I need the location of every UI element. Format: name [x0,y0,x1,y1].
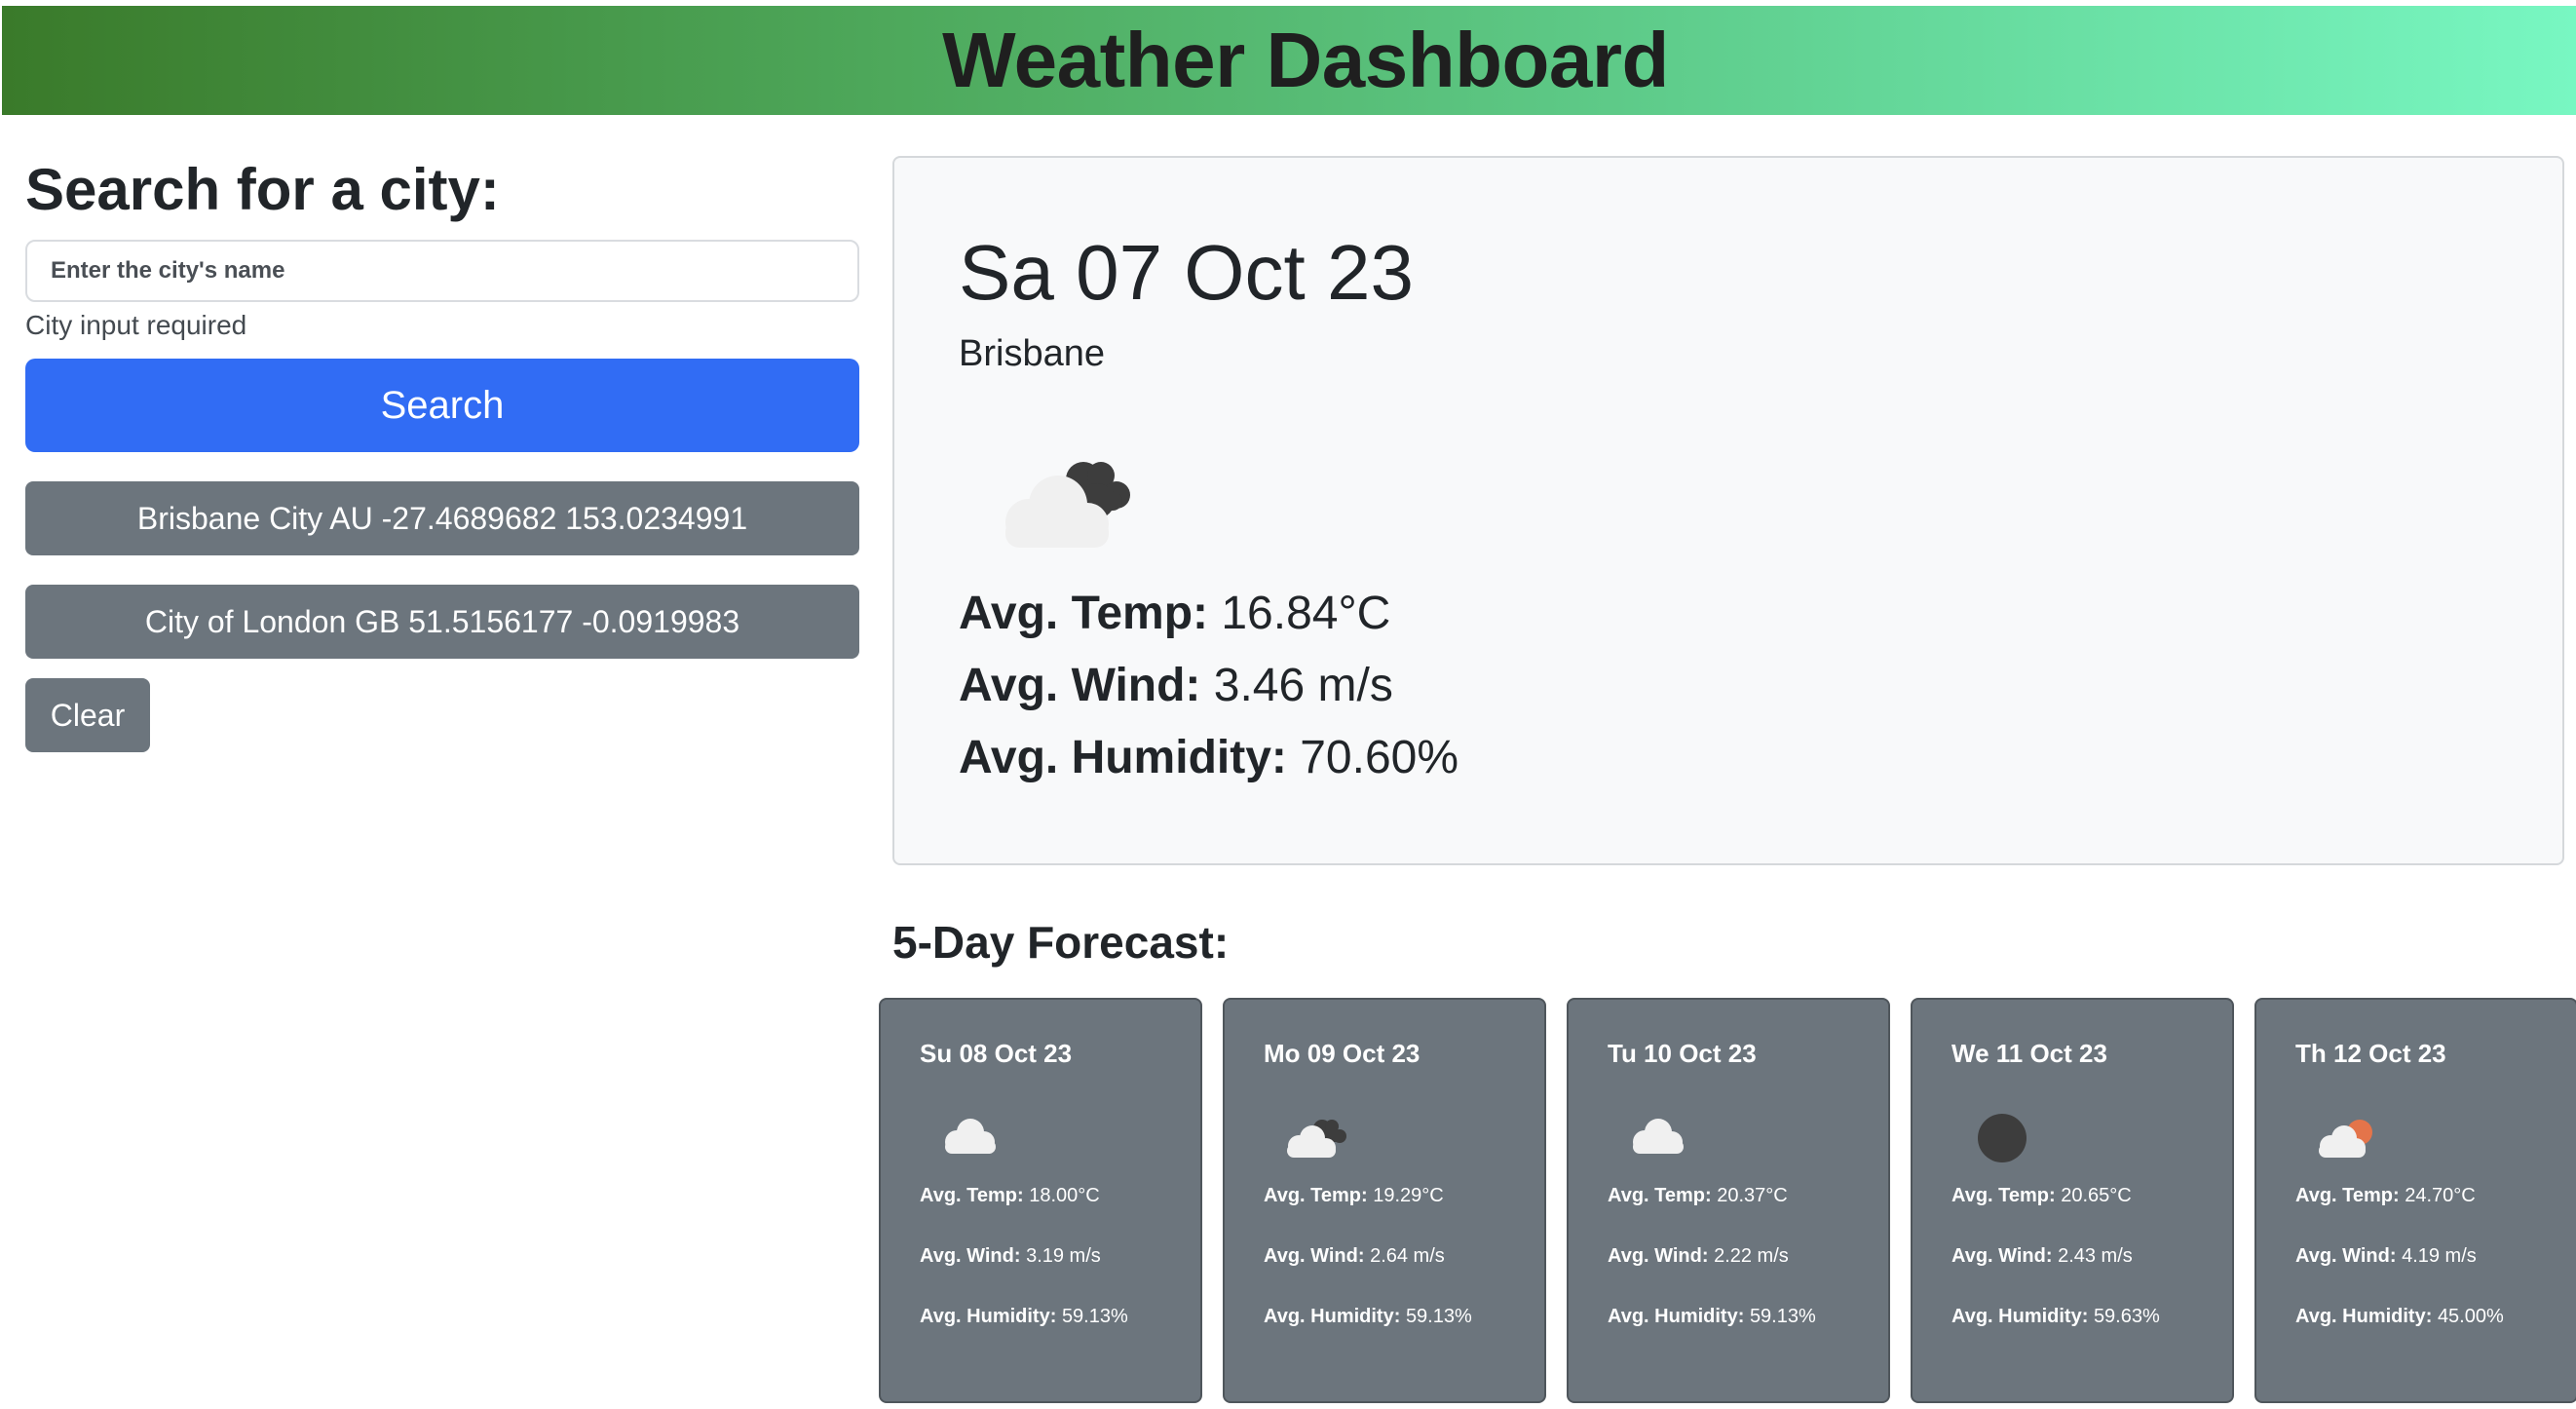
forecast-wind-label: Avg. Wind: [1264,1245,1365,1267]
search-heading: Search for a city: [25,157,500,222]
forecast-humidity-label: Avg. Humidity: [1264,1306,1401,1327]
forecast-wind-label: Avg. Wind: [920,1245,1021,1267]
page-header: Weather Dashboard [2,6,2576,115]
cloud-icon [1633,1119,1684,1154]
forecast-temp-label: Avg. Temp: [1608,1185,1712,1206]
forecast-wind-label: Avg. Wind: [1951,1245,2053,1267]
partly-cloudy-icon [2319,1120,2372,1158]
current-humidity: Avg. Humidity: 70.60% [959,731,1458,784]
forecast-humidity-value: 59.13% [1061,1306,1128,1327]
forecast-temp-label: Avg. Temp: [2295,1185,2400,1206]
forecast-temp-value: 18.00°C [1029,1185,1100,1206]
forecast-card: Su 08 Oct 23 Avg. Temp: 18.00°C Avg. Win… [879,998,1202,1403]
forecast-humidity: Avg. Humidity: 59.13% [920,1306,1128,1328]
forecast-humidity-label: Avg. Humidity: [920,1306,1057,1327]
forecast-humidity-value: 59.13% [1749,1306,1816,1327]
current-city: Brisbane [959,333,1105,374]
forecast-humidity-label: Avg. Humidity: [1608,1306,1745,1327]
forecast-wind-label: Avg. Wind: [1608,1245,1709,1267]
current-date: Sa 07 Oct 23 [959,229,1414,316]
current-temp: Avg. Temp: 16.84°C [959,587,1390,640]
forecast-humidity-value: 59.13% [1405,1306,1472,1327]
forecast-date: Th 12 Oct 23 [2295,1039,2446,1068]
forecast-temp-label: Avg. Temp: [1264,1185,1368,1206]
forecast-wind: Avg. Wind: 2.64 m/s [1264,1245,1445,1268]
forecast-wind-value: 3.19 m/s [1026,1245,1101,1267]
forecast-temp-label: Avg. Temp: [1951,1185,2056,1206]
forecast-wind-value: 2.22 m/s [1714,1245,1789,1267]
current-temp-label: Avg. Temp: [959,588,1209,639]
forecast-date: Su 08 Oct 23 [920,1039,1073,1068]
forecast-humidity-value: 59.63% [2093,1306,2160,1327]
city-search-input[interactable] [25,240,859,302]
forecast-heading: 5-Day Forecast: [892,917,1230,968]
dark-circle-icon [1978,1114,2027,1162]
forecast-card: We 11 Oct 23 Avg. Temp: 20.65°C Avg. Win… [1911,998,2234,1403]
forecast-wind-value: 4.19 m/s [2402,1245,2477,1267]
forecast-temp: Avg. Temp: 18.00°C [920,1185,1100,1207]
forecast-card: Mo 09 Oct 23 Avg. Temp: 19.29°C Avg. Win… [1223,998,1546,1403]
page-title: Weather Dashboard [942,17,1669,103]
forecast-wind-value: 2.64 m/s [1370,1245,1445,1267]
forecast-temp-value: 20.65°C [2061,1185,2132,1206]
forecast-humidity: Avg. Humidity: 59.13% [1264,1306,1472,1328]
forecast-temp: Avg. Temp: 20.37°C [1608,1185,1788,1207]
forecast-humidity: Avg. Humidity: 59.63% [1951,1306,2160,1328]
forecast-wind-label: Avg. Wind: [2295,1245,2397,1267]
forecast-card: Th 12 Oct 23 Avg. Temp: 24.70°C Avg. Win… [2254,998,2576,1403]
cloud-icon [945,1119,996,1154]
history-button-brisbane[interactable]: Brisbane City AU -27.4689682 153.0234991 [25,481,859,555]
forecast-wind: Avg. Wind: 2.43 m/s [1951,1245,2133,1268]
forecast-humidity-value: 45.00% [2437,1306,2504,1327]
forecast-humidity-label: Avg. Humidity: [2295,1306,2433,1327]
current-humidity-value: 70.60% [1300,732,1459,783]
forecast-temp: Avg. Temp: 20.65°C [1951,1185,2132,1207]
forecast-temp: Avg. Temp: 24.70°C [2295,1185,2476,1207]
current-wind-value: 3.46 m/s [1213,660,1393,711]
forecast-card: Tu 10 Oct 23 Avg. Temp: 20.37°C Avg. Win… [1567,998,1890,1403]
forecast-temp: Avg. Temp: 19.29°C [1264,1185,1444,1207]
current-humidity-label: Avg. Humidity: [959,732,1287,783]
forecast-wind: Avg. Wind: 3.19 m/s [920,1245,1101,1268]
current-temp-value: 16.84°C [1221,588,1391,639]
current-wind: Avg. Wind: 3.46 m/s [959,659,1393,712]
forecast-date: Tu 10 Oct 23 [1608,1039,1757,1068]
forecast-wind: Avg. Wind: 4.19 m/s [2295,1245,2477,1268]
forecast-humidity-label: Avg. Humidity: [1951,1306,2089,1327]
forecast-wind-value: 2.43 m/s [2058,1245,2133,1267]
forecast-humidity: Avg. Humidity: 45.00% [2295,1306,2504,1328]
broken-clouds-icon [1287,1120,1346,1158]
city-input-hint: City input required [25,310,247,340]
forecast-temp-label: Avg. Temp: [920,1185,1024,1206]
forecast-date: We 11 Oct 23 [1951,1039,2107,1068]
forecast-humidity: Avg. Humidity: 59.13% [1608,1306,1816,1328]
history-button-london[interactable]: City of London GB 51.5156177 -0.0919983 [25,585,859,659]
forecast-temp-value: 24.70°C [2405,1185,2476,1206]
broken-clouds-icon [1005,462,1130,548]
search-button[interactable]: Search [25,359,859,452]
forecast-date: Mo 09 Oct 23 [1264,1039,1421,1068]
current-weather-card: Sa 07 Oct 23 Brisbane Avg. Temp: 16.84°C… [892,156,2564,865]
forecast-temp-value: 20.37°C [1717,1185,1788,1206]
current-wind-label: Avg. Wind: [959,660,1201,711]
clear-history-button[interactable]: Clear [25,678,150,752]
forecast-wind: Avg. Wind: 2.22 m/s [1608,1245,1789,1268]
forecast-temp-value: 19.29°C [1373,1185,1444,1206]
